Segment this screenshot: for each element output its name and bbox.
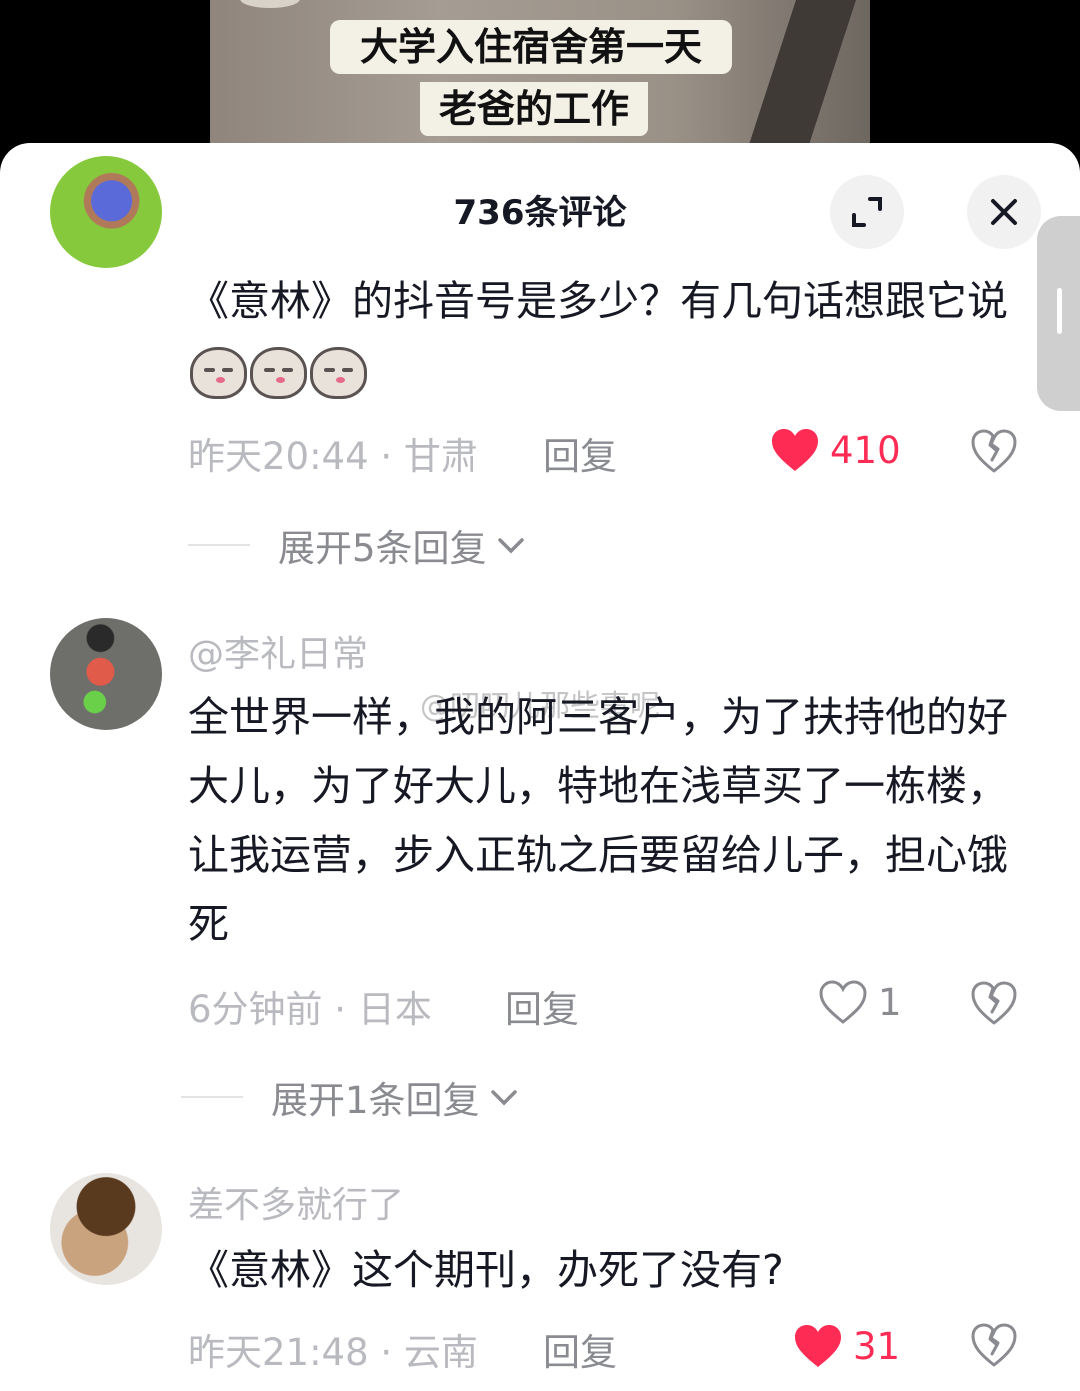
username[interactable]: @李礼日常 xyxy=(188,625,368,677)
like-button[interactable]: 1 xyxy=(818,977,902,1027)
dislike-icon[interactable] xyxy=(970,427,1018,475)
comment-meta: 昨天20:44 · 甘肃 xyxy=(188,435,478,478)
reply-button[interactable]: 回复 xyxy=(543,426,617,480)
video-object xyxy=(240,0,300,8)
expand-divider xyxy=(188,544,250,546)
like-button[interactable]: 31 xyxy=(793,1321,900,1371)
reply-button[interactable]: 回复 xyxy=(543,1322,617,1376)
comment-text: 《意林》这个期刊，办死了没有? xyxy=(188,1246,784,1294)
video-caption-line1: 大学入住宿舍第一天 xyxy=(330,20,732,74)
expand-replies-label: 展开1条回复 xyxy=(271,1079,480,1122)
expand-replies[interactable]: 展开5条回复 xyxy=(188,518,527,572)
video-caption-line2: 老爸的工作 xyxy=(420,82,648,136)
avatar[interactable] xyxy=(50,1173,162,1285)
comment-count-title: 736条评论 xyxy=(453,193,627,233)
comment-text: 全世界一样，我的阿三客户，为了扶持他的好大儿，为了好大儿，特地在浅草买了一栋楼，… xyxy=(188,693,1008,948)
emoji-row xyxy=(190,347,367,399)
expand-button[interactable] xyxy=(830,175,904,249)
close-button[interactable] xyxy=(967,175,1041,249)
cat-emoji-icon xyxy=(250,347,307,399)
username[interactable]: 差不多就行了 xyxy=(188,1176,404,1228)
cat-emoji-icon xyxy=(310,347,367,399)
like-count: 1 xyxy=(878,980,902,1024)
reply-button[interactable]: 回复 xyxy=(505,979,579,1033)
comment-meta: 6分钟前 · 日本 xyxy=(188,988,432,1031)
dislike-icon[interactable] xyxy=(970,979,1018,1027)
expand-replies[interactable]: 展开1条回复 xyxy=(181,1070,520,1124)
chevron-down-icon xyxy=(490,1090,517,1106)
like-count: 410 xyxy=(830,428,901,472)
avatar[interactable] xyxy=(50,618,162,730)
expand-icon xyxy=(852,197,882,227)
video-floor-edge xyxy=(737,0,863,160)
expand-replies-label: 展开5条回复 xyxy=(278,527,487,570)
heart-outline-icon xyxy=(819,980,867,1024)
like-count: 31 xyxy=(853,1324,901,1368)
video-preview[interactable]: 大学入住宿舍第一天 老爸的工作 xyxy=(0,0,1080,160)
close-icon xyxy=(991,199,1017,225)
comment-sheet: 736条评论 《意林》的抖音号是多少？有几句话想跟它说 昨天20:44 · 甘肃… xyxy=(0,143,1080,1391)
avatar[interactable] xyxy=(50,156,162,268)
comment-text-content: 《意林》的抖音号是多少？有几句话想跟它说 xyxy=(188,277,1008,325)
comment-meta: 昨天21:48 · 云南 xyxy=(188,1331,478,1374)
heart-filled-icon xyxy=(772,429,818,471)
expand-divider xyxy=(181,1096,243,1098)
like-button[interactable]: 410 xyxy=(770,425,901,475)
scroll-handle[interactable] xyxy=(1037,216,1080,411)
heart-filled-icon xyxy=(795,1325,841,1367)
dislike-icon[interactable] xyxy=(970,1321,1018,1369)
scroll-handle-grip xyxy=(1057,288,1062,334)
chevron-down-icon xyxy=(497,538,524,554)
cat-emoji-icon xyxy=(190,347,247,399)
comment-text: 《意林》的抖音号是多少？有几句话想跟它说 xyxy=(188,267,1028,405)
